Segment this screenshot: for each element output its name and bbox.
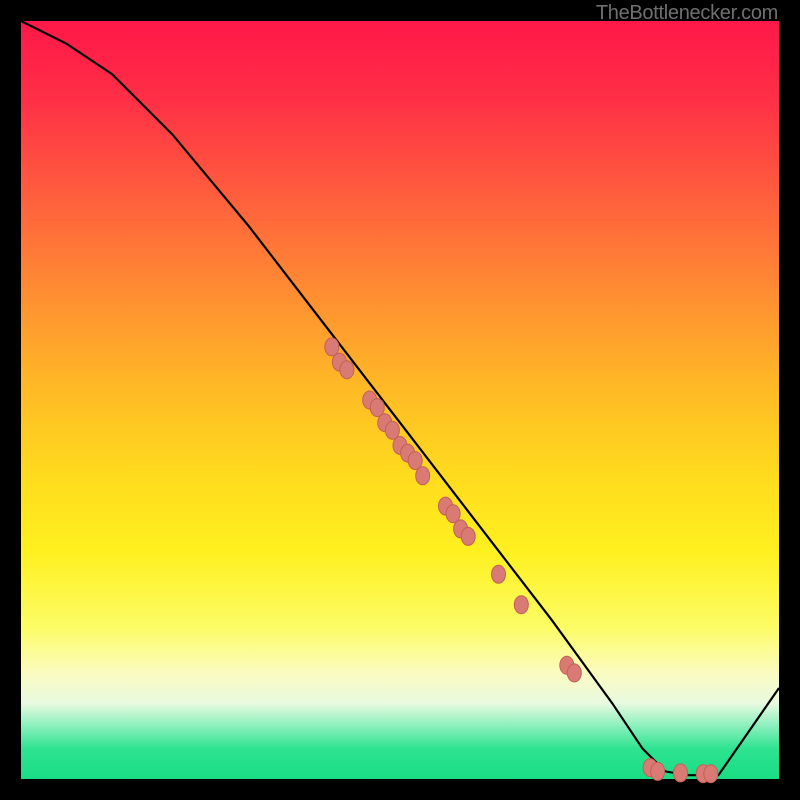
data-point (567, 664, 581, 682)
data-point (674, 764, 688, 782)
data-points-group (325, 338, 718, 783)
chart-overlay (21, 21, 779, 779)
data-point (514, 596, 528, 614)
data-point (340, 361, 354, 379)
data-point (416, 467, 430, 485)
data-point (492, 565, 506, 583)
data-point (385, 421, 399, 439)
data-point (325, 338, 339, 356)
data-point (704, 765, 718, 783)
data-point (651, 762, 665, 780)
data-point (461, 527, 475, 545)
bottleneck-curve (21, 21, 779, 775)
